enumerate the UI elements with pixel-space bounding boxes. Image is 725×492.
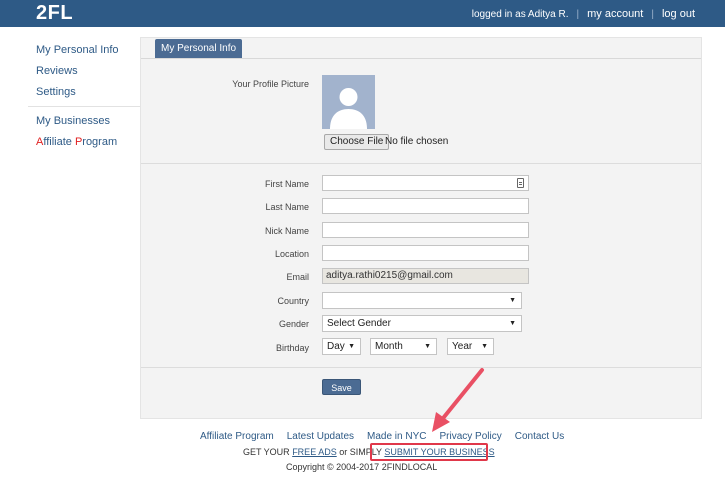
birthday-label: Birthday xyxy=(275,343,309,353)
birthday-day-select[interactable]: Day ▼ xyxy=(322,338,361,355)
dropdown-arrow-icon: ▼ xyxy=(509,320,516,327)
sidebar-item-settings[interactable]: Settings xyxy=(28,82,140,103)
email-field: aditya.rathi0215@gmail.com xyxy=(322,268,529,284)
save-button[interactable]: Save xyxy=(322,379,361,395)
footer-links: Affiliate Program Latest Updates Made in… xyxy=(200,431,577,442)
country-label: Country xyxy=(277,296,309,306)
footer-link-contact[interactable]: Contact Us xyxy=(515,431,564,442)
sidebar-divider xyxy=(28,106,140,107)
gender-label: Gender xyxy=(278,319,309,329)
email-label: Email xyxy=(286,272,309,282)
nick-name-field[interactable] xyxy=(322,222,529,238)
dropdown-arrow-icon: ▼ xyxy=(424,343,431,350)
last-name-field[interactable] xyxy=(322,198,529,214)
sidebar: My Personal Info Reviews Settings My Bus… xyxy=(28,40,140,153)
contact-card-icon[interactable] xyxy=(517,178,524,188)
footer-link-affiliate[interactable]: Affiliate Program xyxy=(200,431,274,442)
free-ads-link[interactable]: FREE ADS xyxy=(292,447,337,457)
nav-separator: | xyxy=(576,8,580,20)
first-name-label: First Name xyxy=(264,179,309,189)
dropdown-arrow-icon: ▼ xyxy=(481,343,488,350)
copyright: Copyright © 2004-2017 2FINDLOCAL xyxy=(286,462,438,472)
my-account-link[interactable]: my account xyxy=(587,8,643,20)
sidebar-item-businesses[interactable]: My Businesses xyxy=(28,111,140,132)
section-divider xyxy=(141,163,701,164)
first-name-field[interactable] xyxy=(322,175,529,191)
top-bar: 2FL logged in as Aditya R. | my account … xyxy=(0,0,725,27)
dropdown-arrow-icon: ▼ xyxy=(348,343,355,350)
sidebar-item-affiliate[interactable]: Affiliate Program xyxy=(28,132,140,153)
location-label: Location xyxy=(274,249,309,259)
dropdown-arrow-icon: ▼ xyxy=(509,297,516,304)
footer-link-nyc[interactable]: Made in NYC xyxy=(367,431,426,442)
logout-link[interactable]: log out xyxy=(662,8,695,20)
annotation-arrow-icon xyxy=(432,368,484,432)
sidebar-item-reviews[interactable]: Reviews xyxy=(28,61,140,82)
birthday-month-select[interactable]: Month ▼ xyxy=(370,338,437,355)
tab-personal-info[interactable]: My Personal Info xyxy=(155,39,243,58)
default-avatar-icon xyxy=(330,88,367,129)
location-field[interactable] xyxy=(322,245,529,261)
annotation-highlight-box xyxy=(370,443,488,461)
avatar xyxy=(322,75,375,129)
no-file-text: No file chosen xyxy=(385,136,449,147)
nav-separator: | xyxy=(651,8,654,20)
choose-file-button[interactable]: Choose File xyxy=(324,134,390,150)
top-nav: logged in as Aditya R. | my account | lo… xyxy=(472,8,695,20)
logged-in-text: logged in as Aditya R. xyxy=(471,8,569,20)
sidebar-item-personal-info[interactable]: My Personal Info xyxy=(28,40,140,61)
birthday-year-select[interactable]: Year ▼ xyxy=(447,338,494,355)
last-name-label: Last Name xyxy=(265,202,309,212)
tab-divider xyxy=(141,58,701,59)
country-select[interactable]: ▼ xyxy=(322,292,522,309)
site-logo[interactable]: 2FL xyxy=(36,2,73,25)
footer-link-updates[interactable]: Latest Updates xyxy=(287,431,354,442)
gender-select[interactable]: Select Gender ▼ xyxy=(322,315,522,332)
profile-picture-label: Your Profile Picture xyxy=(232,79,309,89)
nick-name-label: Nick Name xyxy=(264,226,309,236)
